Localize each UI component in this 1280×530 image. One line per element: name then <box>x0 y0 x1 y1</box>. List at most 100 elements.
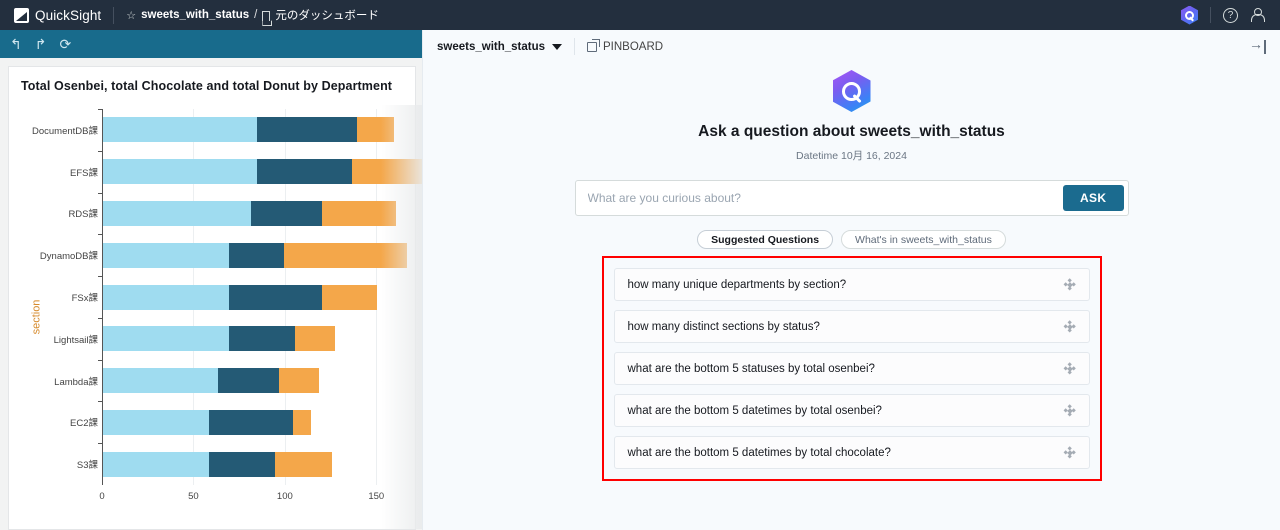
dashboard-pane: ↰ ↱ ⟳ Total Osenbei, total Chocolate and… <box>0 30 422 530</box>
chart-bar-segment[interactable] <box>103 409 210 435</box>
chart-bar-segment[interactable] <box>256 117 358 143</box>
q-tabs: Suggested Questions What's in sweets_with… <box>423 230 1280 249</box>
amazon-q-panel: sweets_with_status PINBOARD Ask a questi… <box>422 30 1280 530</box>
chart-bar-segment[interactable] <box>103 284 230 310</box>
y-axis-tick-label: S3課 <box>76 460 98 472</box>
quicksight-brand[interactable]: QuickSight <box>8 7 101 23</box>
chart-bar-segment[interactable] <box>103 242 230 268</box>
dashboard-toolbar: ↰ ↱ ⟳ <box>0 30 422 58</box>
chart-bar-segment[interactable] <box>103 117 257 143</box>
suggested-question-item[interactable]: how many unique departments by section? <box>613 268 1090 301</box>
suggested-question-item[interactable]: what are the bottom 5 datetimes by total… <box>613 436 1090 469</box>
q-panel-header: sweets_with_status PINBOARD <box>423 30 1280 63</box>
breadcrumb: ☆ sweets_with_status / 元のダッシュボード <box>126 7 379 23</box>
chart-bar-segment[interactable] <box>103 368 219 394</box>
header-divider <box>574 38 576 55</box>
chart-bar-segment[interactable] <box>103 200 252 226</box>
chart-bar-segment[interactable] <box>251 200 323 226</box>
help-icon[interactable]: ? <box>1223 7 1238 23</box>
user-account-icon[interactable] <box>1250 7 1265 23</box>
chart-bar-segment[interactable] <box>294 326 336 352</box>
chart-bar[interactable] <box>103 409 312 435</box>
chart-bar[interactable] <box>103 242 407 268</box>
search-input[interactable] <box>575 181 1063 215</box>
q-ask-subtitle: Datetime 10月 16, 2024 <box>796 150 907 162</box>
chart-bar[interactable] <box>103 368 319 394</box>
q-panel-body: Ask a question about sweets_with_status … <box>423 63 1280 481</box>
y-axis-labels: DocumentDB課 EFS課 RDS課 DynamoDB課 FSx課 Lightsai… <box>12 109 98 485</box>
chart-bar-segment[interactable] <box>229 284 323 310</box>
dashboard-body: Total Osenbei, total Chocolate and total… <box>0 58 422 530</box>
chart-bar-segment[interactable] <box>209 451 275 477</box>
sparkle-icon <box>1062 319 1076 333</box>
suggested-question-item[interactable]: how many distinct sections by status? <box>613 310 1090 343</box>
y-axis-tick <box>98 192 102 194</box>
ask-bar: ASK <box>574 180 1129 216</box>
dataset-selector-label: sweets_with_status <box>437 40 546 53</box>
chart-bar-segment[interactable] <box>229 242 284 268</box>
chart-bar-segment[interactable] <box>293 409 312 435</box>
x-axis-tick-label: 150 <box>368 491 385 502</box>
y-axis-tick-label: DynamoDB課 <box>39 251 98 263</box>
y-axis-tick <box>98 234 102 236</box>
chart-bar[interactable] <box>103 117 394 143</box>
y-axis-tick <box>98 317 102 319</box>
chart-bar[interactable] <box>103 284 378 310</box>
chart-bar[interactable] <box>103 200 396 226</box>
chart-bar-segment[interactable] <box>103 159 257 185</box>
chart-bar-segment[interactable] <box>218 368 279 394</box>
chart-bar[interactable] <box>103 451 332 477</box>
undo-icon[interactable]: ↰ <box>10 37 22 51</box>
sparkle-icon <box>1062 361 1076 375</box>
chart-bar-segment[interactable] <box>209 409 294 435</box>
quicksight-logo-icon <box>14 7 29 23</box>
collapse-panel-icon[interactable] <box>1248 37 1266 54</box>
chart-bar-segment[interactable] <box>256 159 352 185</box>
y-axis-tick-label: Lambda課 <box>54 376 98 388</box>
chart-bar-segment[interactable] <box>103 326 230 352</box>
y-axis-tick-label: Lightsail課 <box>53 334 98 346</box>
amazon-q-icon[interactable] <box>1181 5 1198 25</box>
chart-bar-segment[interactable] <box>284 242 407 268</box>
x-axis-tick-label: 100 <box>276 491 293 502</box>
chart-bar-segment[interactable] <box>274 451 332 477</box>
chart-bar-segment[interactable] <box>103 451 210 477</box>
y-axis-tick-label: FSx課 <box>71 293 98 304</box>
suggested-question-item[interactable]: what are the bottom 5 statuses by total … <box>613 352 1090 385</box>
dataset-selector[interactable]: sweets_with_status <box>437 40 563 53</box>
sparkle-icon <box>1062 445 1076 459</box>
chart-bar-segment[interactable] <box>229 326 295 352</box>
x-axis-labels: 0 50 100 150 <box>99 491 422 511</box>
y-axis-tick <box>98 150 102 152</box>
chart-bar-segment[interactable] <box>357 117 394 143</box>
redo-icon[interactable]: ↱ <box>35 37 47 51</box>
chart-bar[interactable] <box>103 159 422 185</box>
tab-suggested-questions[interactable]: Suggested Questions <box>697 230 834 249</box>
visual-card: Total Osenbei, total Chocolate and total… <box>8 66 422 530</box>
y-axis-tick <box>98 109 102 110</box>
nav-right-actions: ? <box>1181 5 1272 25</box>
chart-bar[interactable] <box>103 326 336 352</box>
suggested-question-label: what are the bottom 5 datetimes by total… <box>627 446 891 459</box>
pinboard-label: PINBOARD <box>603 40 664 53</box>
chart-bar-segment[interactable] <box>278 368 319 394</box>
star-icon[interactable]: ☆ <box>126 9 136 22</box>
chart-bar-segment[interactable] <box>322 284 378 310</box>
y-axis-tick <box>98 359 102 361</box>
suggested-question-label: what are the bottom 5 datetimes by total… <box>627 404 882 417</box>
tab-whats-in-dataset[interactable]: What's in sweets_with_status <box>841 230 1006 249</box>
breadcrumb-dashboard[interactable]: 元のダッシュボード <box>275 7 379 23</box>
chevron-down-icon <box>552 43 563 50</box>
nav-divider <box>113 6 115 24</box>
y-axis-tick <box>98 443 102 445</box>
chart-bar-segment[interactable] <box>351 159 422 185</box>
visual-title: Total Osenbei, total Chocolate and total… <box>21 79 393 93</box>
breadcrumb-separator: / <box>254 9 258 21</box>
suggested-question-label: how many unique departments by section? <box>627 278 847 291</box>
suggested-question-item[interactable]: what are the bottom 5 datetimes by total… <box>613 394 1090 427</box>
pinboard-link[interactable]: PINBOARD <box>587 38 664 53</box>
chart-bar-segment[interactable] <box>322 200 396 226</box>
breadcrumb-dataset[interactable]: sweets_with_status <box>141 9 249 21</box>
refresh-icon[interactable]: ⟳ <box>59 37 71 51</box>
ask-button[interactable]: ASK <box>1062 185 1124 211</box>
